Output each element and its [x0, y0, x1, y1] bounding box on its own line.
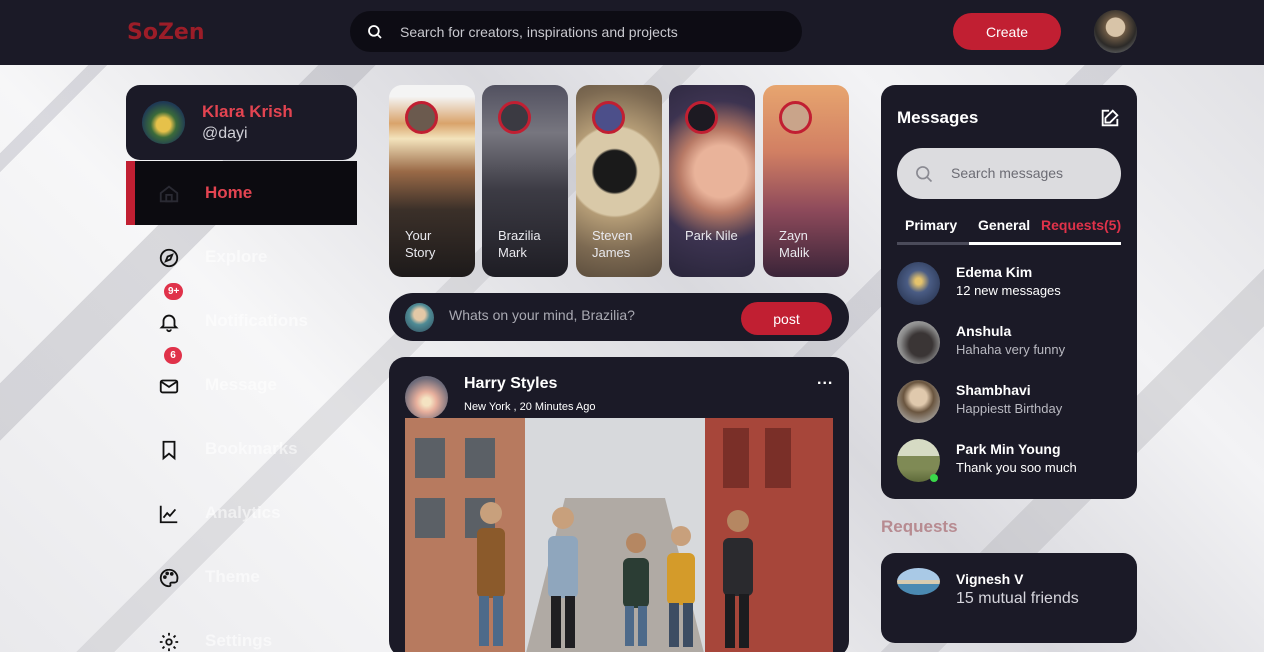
sidebar-item-notifications[interactable]: 9+ Notifications	[126, 283, 357, 353]
compose-icon[interactable]	[1099, 107, 1121, 129]
notification-badge: 9+	[164, 283, 184, 300]
request-avatar	[897, 568, 940, 595]
tab-primary[interactable]: Primary	[905, 217, 957, 233]
create-button[interactable]: Create	[953, 13, 1061, 50]
message-sender: Shambhavi	[956, 382, 1031, 398]
request-card[interactable]: Vignesh V 15 mutual friends	[881, 553, 1137, 643]
story-name: Your Story	[405, 228, 436, 260]
message-list: Edema Kim 12 new messages Anshula Hahaha…	[897, 260, 1121, 496]
message-sender: Edema Kim	[956, 264, 1033, 280]
sidebar-item-bookmarks[interactable]: Bookmarks	[126, 417, 357, 481]
post-image[interactable]	[405, 418, 833, 652]
composer-avatar	[405, 303, 434, 332]
message-badge: 6	[164, 347, 182, 364]
post-photo-scene	[405, 418, 833, 652]
story-steven-james[interactable]: Steven James	[576, 85, 662, 277]
tab-general[interactable]: General	[978, 217, 1030, 233]
home-icon	[159, 185, 179, 203]
feed-post: Harry Styles New York , 20 Minutes Ago .…	[389, 357, 849, 652]
message-avatar	[897, 262, 940, 305]
message-item[interactable]: Shambhavi Happiestt Birthday	[897, 378, 1121, 437]
story-avatar-ring	[685, 101, 718, 134]
mail-icon	[159, 379, 179, 394]
gear-icon	[159, 632, 179, 652]
request-mutual: 15 mutual friends	[956, 590, 1079, 607]
search-icon	[368, 24, 382, 39]
message-preview: Happiestt Birthday	[956, 401, 1063, 416]
story-avatar-ring	[498, 101, 531, 134]
sidebar-item-explore[interactable]: Explore	[126, 225, 357, 289]
user-avatar[interactable]	[1094, 10, 1137, 53]
story-avatar-ring	[405, 101, 438, 134]
post-author-avatar[interactable]	[405, 376, 448, 419]
story-name: Steven James	[592, 228, 633, 260]
message-item[interactable]: Park Min Young Thank you soo much	[897, 437, 1121, 496]
message-item[interactable]: Anshula Hahaha very funny	[897, 319, 1121, 378]
messages-search-input[interactable]	[951, 165, 1111, 181]
profile-card[interactable]: Klara Krish @dayi	[126, 85, 357, 160]
sidebar-item-theme[interactable]: Theme	[126, 545, 357, 609]
search-icon	[916, 166, 933, 183]
story-your-story[interactable]: Your Story	[389, 85, 475, 277]
sidebar-nav: Home Explore 9+ Notifications 6 Message …	[126, 161, 357, 652]
story-avatar-ring	[779, 101, 812, 134]
sidebar-item-analytics[interactable]: Analytics	[126, 481, 357, 545]
messages-tabs: Primary General Requests(5)	[897, 215, 1121, 245]
top-bar: SoZen Create	[0, 0, 1264, 65]
online-indicator	[930, 474, 938, 482]
story-name: Park Nile	[685, 228, 738, 243]
sidebar-label: Message	[205, 375, 277, 394]
story-zayn-malik[interactable]: Zayn Malik	[763, 85, 849, 277]
sidebar-item-home[interactable]: Home	[126, 161, 357, 225]
message-sender: Park Min Young	[956, 441, 1061, 457]
global-search[interactable]	[350, 11, 802, 52]
chart-icon	[159, 505, 178, 524]
message-avatar	[897, 380, 940, 423]
post-composer: post	[389, 293, 849, 341]
compass-icon	[159, 248, 179, 268]
sidebar-label: Theme	[205, 567, 260, 586]
profile-handle: @dayi	[202, 125, 248, 142]
message-preview: Hahaha very funny	[956, 342, 1066, 357]
message-avatar	[897, 321, 940, 364]
message-item[interactable]: Edema Kim 12 new messages	[897, 260, 1121, 319]
sidebar-label: Home	[205, 183, 253, 202]
story-brazilia-mark[interactable]: Brazilia Mark	[482, 85, 568, 277]
post-button[interactable]: post	[741, 302, 832, 335]
message-preview: 12 new messages	[956, 283, 1061, 298]
messages-search[interactable]	[897, 148, 1121, 199]
more-options-icon[interactable]: ...	[817, 371, 833, 389]
tab-divider	[897, 242, 969, 245]
palette-icon	[159, 568, 179, 588]
sidebar-label: Explore	[205, 247, 268, 266]
stories-row: Your Story Brazilia Mark Steven James Park …	[389, 85, 849, 277]
composer-input[interactable]	[449, 307, 719, 323]
sidebar-label: Bookmarks	[205, 439, 298, 458]
post-meta: New York , 20 Minutes Ago	[464, 401, 596, 413]
requests-title: Requests	[881, 517, 958, 536]
messages-panel: Messages Primary General Requests(5) Ede…	[881, 85, 1137, 499]
sidebar-label: Notifications	[205, 311, 308, 330]
global-search-input[interactable]	[400, 23, 780, 40]
message-sender: Anshula	[956, 323, 1012, 339]
post-author-name[interactable]: Harry Styles	[464, 375, 557, 393]
profile-avatar	[142, 101, 185, 144]
sidebar-label: Analytics	[205, 503, 281, 522]
story-name: Brazilia Mark	[498, 228, 541, 260]
tab-requests[interactable]: Requests(5)	[1041, 217, 1121, 233]
story-park-nile[interactable]: Park Nile	[669, 85, 755, 277]
request-name: Vignesh V	[956, 571, 1024, 587]
messages-title: Messages	[897, 108, 979, 127]
sidebar-label: Settings	[205, 631, 273, 650]
bell-icon	[159, 314, 179, 333]
story-name: Zayn Malik	[779, 228, 810, 260]
profile-name: Klara Krish	[202, 102, 293, 121]
sidebar-item-settings[interactable]: Settings	[126, 609, 357, 652]
story-avatar-ring	[592, 101, 625, 134]
app-logo[interactable]: SoZen	[127, 20, 205, 45]
bookmark-icon	[162, 440, 176, 461]
message-preview: Thank you soo much	[956, 460, 1077, 475]
sidebar-item-message[interactable]: 6 Message	[126, 347, 357, 417]
